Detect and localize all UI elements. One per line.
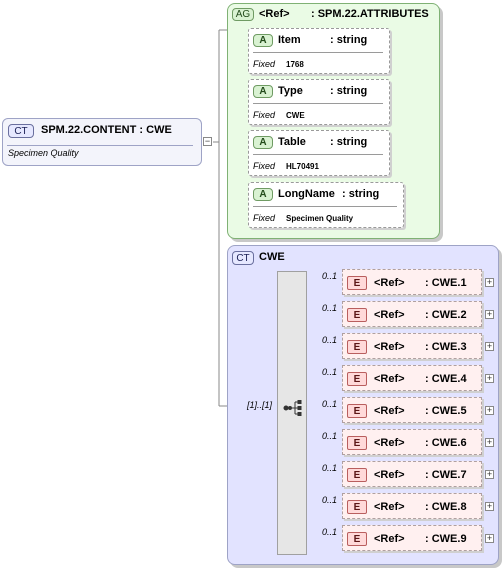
element-ref-cwe-9[interactable]: E <Ref> : CWE.9 — [342, 525, 482, 551]
attribute-badge-icon: A — [253, 34, 273, 47]
sequence-compositor[interactable] — [277, 271, 307, 555]
divider — [7, 145, 193, 146]
attribute-type: : string — [330, 85, 368, 97]
ag-name: : SPM.22.ATTRIBUTES — [311, 8, 429, 20]
element-occurrence: 0..1 — [322, 367, 338, 377]
element-badge-icon: E — [347, 500, 367, 514]
element-ref-cwe-6[interactable]: E <Ref> : CWE.6 — [342, 429, 482, 455]
plus-icon[interactable]: + — [485, 374, 494, 383]
minus-icon[interactable]: − — [203, 137, 212, 146]
element-badge-icon: E — [347, 340, 367, 354]
attribute-type: : string — [342, 188, 380, 200]
element-occurrence: 0..1 — [322, 495, 338, 505]
plus-icon[interactable]: + — [485, 310, 494, 319]
root-description: Specimen Quality — [8, 148, 79, 158]
element-badge-icon: E — [347, 436, 367, 450]
element-ref-cwe-2[interactable]: E <Ref> : CWE.2 — [342, 301, 482, 327]
root-complex-element[interactable]: CT SPM.22.CONTENT : CWE Specimen Quality — [2, 118, 202, 166]
attribute-group-panel: AG <Ref> : SPM.22.ATTRIBUTES A Item : st… — [227, 3, 440, 239]
element-name: : CWE.7 — [425, 469, 467, 481]
complex-type-badge-icon: CT — [232, 251, 254, 265]
plus-icon[interactable]: + — [485, 406, 494, 415]
sequence-occurrence: [1]..[1] — [247, 400, 273, 410]
attribute-table[interactable]: A Table : string Fixed HL70491 — [248, 130, 390, 176]
element-name: : CWE.9 — [425, 533, 467, 545]
element-badge-icon: E — [347, 372, 367, 386]
fixed-label: Fixed — [253, 110, 276, 120]
element-occurrence: 0..1 — [322, 335, 338, 345]
attribute-badge-icon: A — [253, 136, 273, 149]
plus-icon[interactable]: + — [485, 534, 494, 543]
divider — [253, 206, 397, 207]
element-name: : CWE.6 — [425, 437, 467, 449]
element-name: : CWE.1 — [425, 277, 467, 289]
element-name: : CWE.5 — [425, 405, 467, 417]
element-occurrence: 0..1 — [322, 303, 338, 313]
element-occurrence: 0..1 — [322, 527, 338, 537]
fixed-value: Specimen Quality — [286, 214, 354, 223]
sequence-icon — [283, 400, 302, 416]
element-name: : CWE.4 — [425, 373, 467, 385]
fixed-label: Fixed — [253, 161, 276, 171]
attribute-name: Type — [278, 85, 303, 97]
element-ref-label: <Ref> — [374, 437, 405, 449]
attribute-group-badge-icon: AG — [232, 8, 254, 21]
attribute-longname[interactable]: A LongName : string Fixed Specimen Quali… — [248, 182, 404, 228]
element-ref-cwe-8[interactable]: E <Ref> : CWE.8 — [342, 493, 482, 519]
attribute-name: Item — [278, 34, 301, 46]
fixed-value: CWE — [286, 111, 305, 120]
element-ref-label: <Ref> — [374, 501, 405, 513]
element-occurrence: 0..1 — [322, 463, 338, 473]
element-ref-label: <Ref> — [374, 341, 405, 353]
element-occurrence: 0..1 — [322, 271, 338, 281]
element-name: : CWE.8 — [425, 501, 467, 513]
element-ref-cwe-7[interactable]: E <Ref> : CWE.7 — [342, 461, 482, 487]
root-title: SPM.22.CONTENT : CWE — [41, 124, 172, 136]
element-ref-cwe-4[interactable]: E <Ref> : CWE.4 — [342, 365, 482, 391]
plus-icon[interactable]: + — [485, 470, 494, 479]
divider — [253, 52, 383, 53]
attribute-badge-icon: A — [253, 188, 273, 201]
element-ref-cwe-1[interactable]: E <Ref> : CWE.1 — [342, 269, 482, 295]
attribute-badge-icon: A — [253, 85, 273, 98]
element-badge-icon: E — [347, 308, 367, 322]
element-name: : CWE.3 — [425, 341, 467, 353]
element-occurrence: 0..1 — [322, 399, 338, 409]
plus-icon[interactable]: + — [485, 278, 494, 287]
attribute-name: LongName — [278, 188, 335, 200]
element-ref-label: <Ref> — [374, 309, 405, 321]
attribute-item[interactable]: A Item : string Fixed 1768 — [248, 28, 390, 74]
plus-icon[interactable]: + — [485, 438, 494, 447]
divider — [253, 103, 383, 104]
element-badge-icon: E — [347, 404, 367, 418]
element-ref-label: <Ref> — [374, 533, 405, 545]
plus-icon[interactable]: + — [485, 342, 494, 351]
fixed-label: Fixed — [253, 213, 276, 223]
plus-icon[interactable]: + — [485, 502, 494, 511]
element-badge-icon: E — [347, 276, 367, 290]
fixed-label: Fixed — [253, 59, 276, 69]
element-badge-icon: E — [347, 468, 367, 482]
ag-ref-label: <Ref> — [259, 8, 290, 20]
attribute-type: : string — [330, 34, 368, 46]
fixed-value: 1768 — [286, 60, 304, 69]
attribute-type: : string — [330, 136, 368, 148]
element-ref-cwe-5[interactable]: E <Ref> : CWE.5 — [342, 397, 482, 423]
attribute-type[interactable]: A Type : string Fixed CWE — [248, 79, 390, 125]
element-occurrence: 0..1 — [322, 431, 338, 441]
element-badge-icon: E — [347, 532, 367, 546]
element-ref-label: <Ref> — [374, 277, 405, 289]
element-ref-label: <Ref> — [374, 405, 405, 417]
divider — [253, 154, 383, 155]
element-ref-label: <Ref> — [374, 469, 405, 481]
complex-type-name: CWE — [259, 251, 285, 263]
element-ref-cwe-3[interactable]: E <Ref> : CWE.3 — [342, 333, 482, 359]
element-name: : CWE.2 — [425, 309, 467, 321]
fixed-value: HL70491 — [286, 162, 319, 171]
complex-type-badge-icon: CT — [8, 124, 34, 138]
attribute-name: Table — [278, 136, 306, 148]
element-ref-label: <Ref> — [374, 373, 405, 385]
